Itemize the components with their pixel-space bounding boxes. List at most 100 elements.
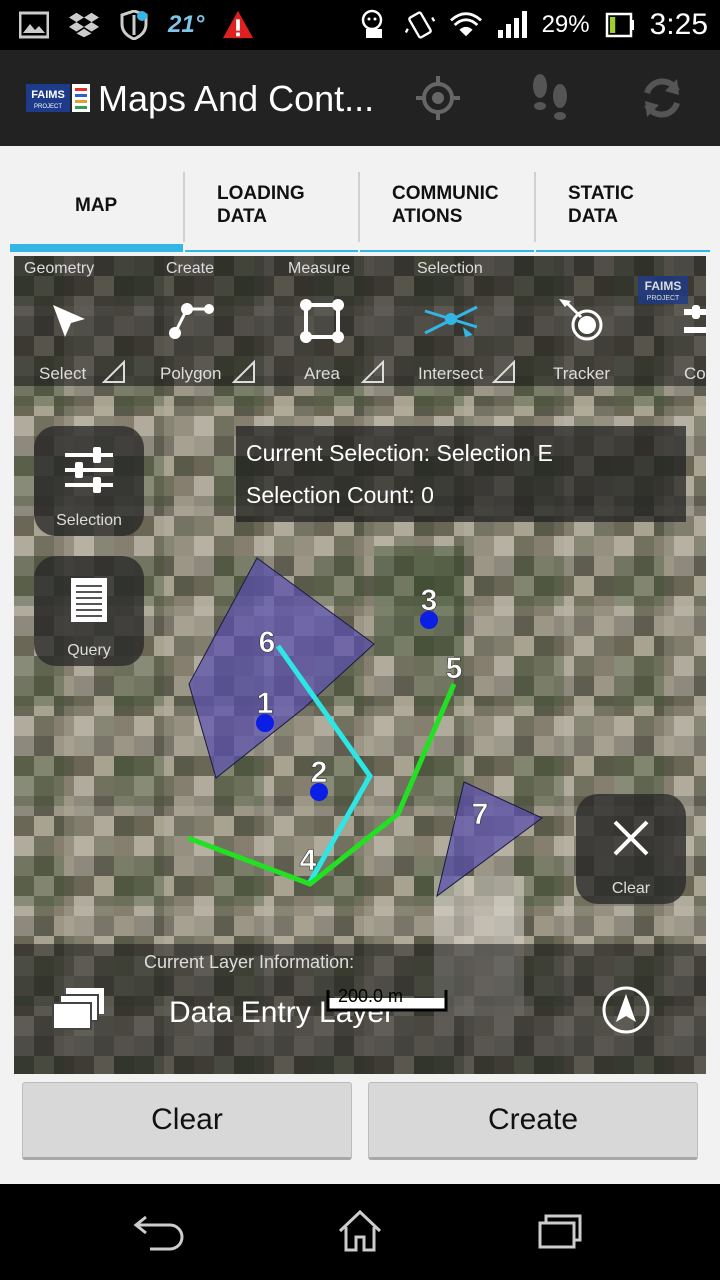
status-bar: 21° 29% 3:25 — [0, 0, 720, 50]
config-tool[interactable]: Co — [660, 290, 706, 383]
polygon-tool[interactable]: Polygon — [136, 290, 255, 383]
document-icon — [61, 572, 117, 628]
map-label-3: 3 — [421, 584, 438, 617]
home-icon — [338, 1209, 382, 1252]
clear-map-button[interactable]: Clear — [576, 794, 686, 904]
gps-button[interactable] — [412, 72, 464, 124]
temperature-text: 21° — [168, 11, 205, 38]
area-icon — [292, 292, 352, 350]
close-icon — [603, 810, 659, 866]
create-button[interactable]: Create — [368, 1082, 698, 1160]
selection-button-label: Selection — [56, 512, 122, 529]
selection-button[interactable]: Selection — [34, 426, 144, 536]
signal-icon — [496, 9, 528, 41]
tool-label: Area — [304, 364, 340, 383]
vibrate-icon — [404, 9, 436, 41]
action-bar: FAIMS PROJECT Maps And Cont... — [0, 50, 720, 146]
arrow-icon — [39, 292, 99, 350]
select-tool[interactable]: Select — [14, 290, 125, 383]
tab-communications[interactable]: COMMUNIC ATIONS — [360, 172, 534, 252]
layer-caption: Current Layer Information: — [144, 952, 355, 972]
recents-icon — [538, 1214, 582, 1249]
selection-count-text: Selection Count: 0 — [246, 482, 434, 508]
cat-icon — [358, 9, 390, 41]
faims-logo: FAIMS PROJECT — [26, 84, 90, 112]
sync-button[interactable] — [636, 72, 688, 124]
compass-icon[interactable] — [600, 984, 652, 1036]
area-tool[interactable]: Area — [267, 290, 384, 383]
scale-bar: 200.0 m — [326, 984, 448, 1024]
wifi-icon — [449, 9, 482, 41]
sync-icon — [644, 78, 680, 118]
tool-label: Tracker — [553, 364, 610, 383]
toolbar-category: Create — [166, 260, 215, 277]
dropbox-icon — [68, 9, 100, 41]
toolbar-category: Selection — [417, 260, 483, 277]
shield-icon — [118, 9, 150, 41]
app-title: Maps And Cont... — [98, 78, 375, 119]
map-label-2: 2 — [311, 756, 328, 789]
svg-text:PROJECT: PROJECT — [34, 104, 62, 110]
toolbar-category: Measure — [288, 260, 351, 277]
tab-static-data[interactable]: STATIC DATA — [536, 172, 710, 252]
footsteps-icon — [533, 74, 567, 120]
query-button[interactable]: Query — [34, 556, 144, 666]
intersect-tool[interactable]: Intersect — [396, 290, 515, 383]
main-content: MAP LOADING DATA COMMUNIC ATIONS STATIC … — [0, 146, 720, 1184]
scale-text: 200.0 m — [338, 986, 404, 1006]
layers-icon[interactable] — [50, 986, 106, 1034]
clock: 3:25 — [649, 8, 708, 41]
clear-button[interactable]: Clear — [22, 1082, 352, 1160]
current-selection-text: Current Selection: Selection E — [246, 440, 553, 466]
tab-indicator — [360, 250, 534, 252]
map-label-1: 1 — [257, 687, 274, 720]
tool-label: Intersect — [418, 364, 484, 383]
back-icon — [133, 1215, 184, 1251]
navigation-bar — [0, 1184, 720, 1280]
dropdown-triangle-icon — [361, 360, 384, 383]
layer-info-bar: Current Layer Information: Data Entry La… — [14, 944, 706, 1074]
map-view[interactable]: 1 2 3 4 5 6 7 Geometry Create Measure Se… — [14, 256, 706, 1074]
sliders-icon — [61, 442, 117, 498]
tab-label: COMMUNIC ATIONS — [392, 183, 499, 227]
tool-label: Polygon — [160, 364, 222, 383]
dropdown-triangle-icon — [232, 360, 255, 383]
intersect-icon — [421, 292, 481, 350]
tab-label: STATIC DATA — [568, 183, 634, 227]
tab-indicator — [536, 250, 710, 252]
back-button[interactable] — [128, 1206, 188, 1256]
dropdown-triangle-icon — [492, 360, 515, 383]
map-label-5: 5 — [446, 652, 463, 685]
map-toolbar: Geometry Create Measure Selection FAIMS … — [14, 256, 706, 386]
tab-map[interactable]: MAP — [10, 172, 183, 252]
tab-indicator — [185, 250, 358, 252]
battery-icon — [604, 9, 636, 41]
tracker-tool[interactable]: Tracker — [526, 290, 636, 383]
dropdown-triangle-icon — [102, 360, 125, 383]
gps-icon — [416, 76, 460, 120]
query-button-label: Query — [67, 642, 111, 659]
tracker-icon — [551, 292, 611, 350]
recents-button[interactable] — [530, 1206, 590, 1256]
config-icon — [680, 292, 706, 350]
home-button[interactable] — [330, 1206, 390, 1256]
svg-text:FAIMS: FAIMS — [31, 89, 65, 101]
footsteps-button[interactable] — [524, 72, 576, 124]
tab-loading-data[interactable]: LOADING DATA — [185, 172, 358, 252]
image-icon — [18, 9, 50, 41]
tool-label: Co — [684, 364, 706, 383]
battery-percent: 29% — [541, 11, 590, 38]
map-label-7: 7 — [472, 798, 489, 831]
map-label-4: 4 — [300, 844, 317, 877]
clear-map-button-label: Clear — [611, 880, 651, 897]
tool-label: Select — [39, 364, 87, 383]
tab-indicator — [10, 244, 183, 252]
warning-icon — [222, 9, 254, 41]
tab-label: LOADING DATA — [217, 183, 305, 227]
map-polygon[interactable] — [436, 781, 543, 898]
tab-bar: MAP LOADING DATA COMMUNIC ATIONS STATIC … — [10, 172, 710, 252]
toolbar-category: Geometry — [24, 260, 95, 277]
selection-info-panel: Current Selection: Selection E Selection… — [236, 426, 686, 522]
map-label-6: 6 — [259, 626, 276, 659]
tab-label: MAP — [75, 195, 118, 216]
